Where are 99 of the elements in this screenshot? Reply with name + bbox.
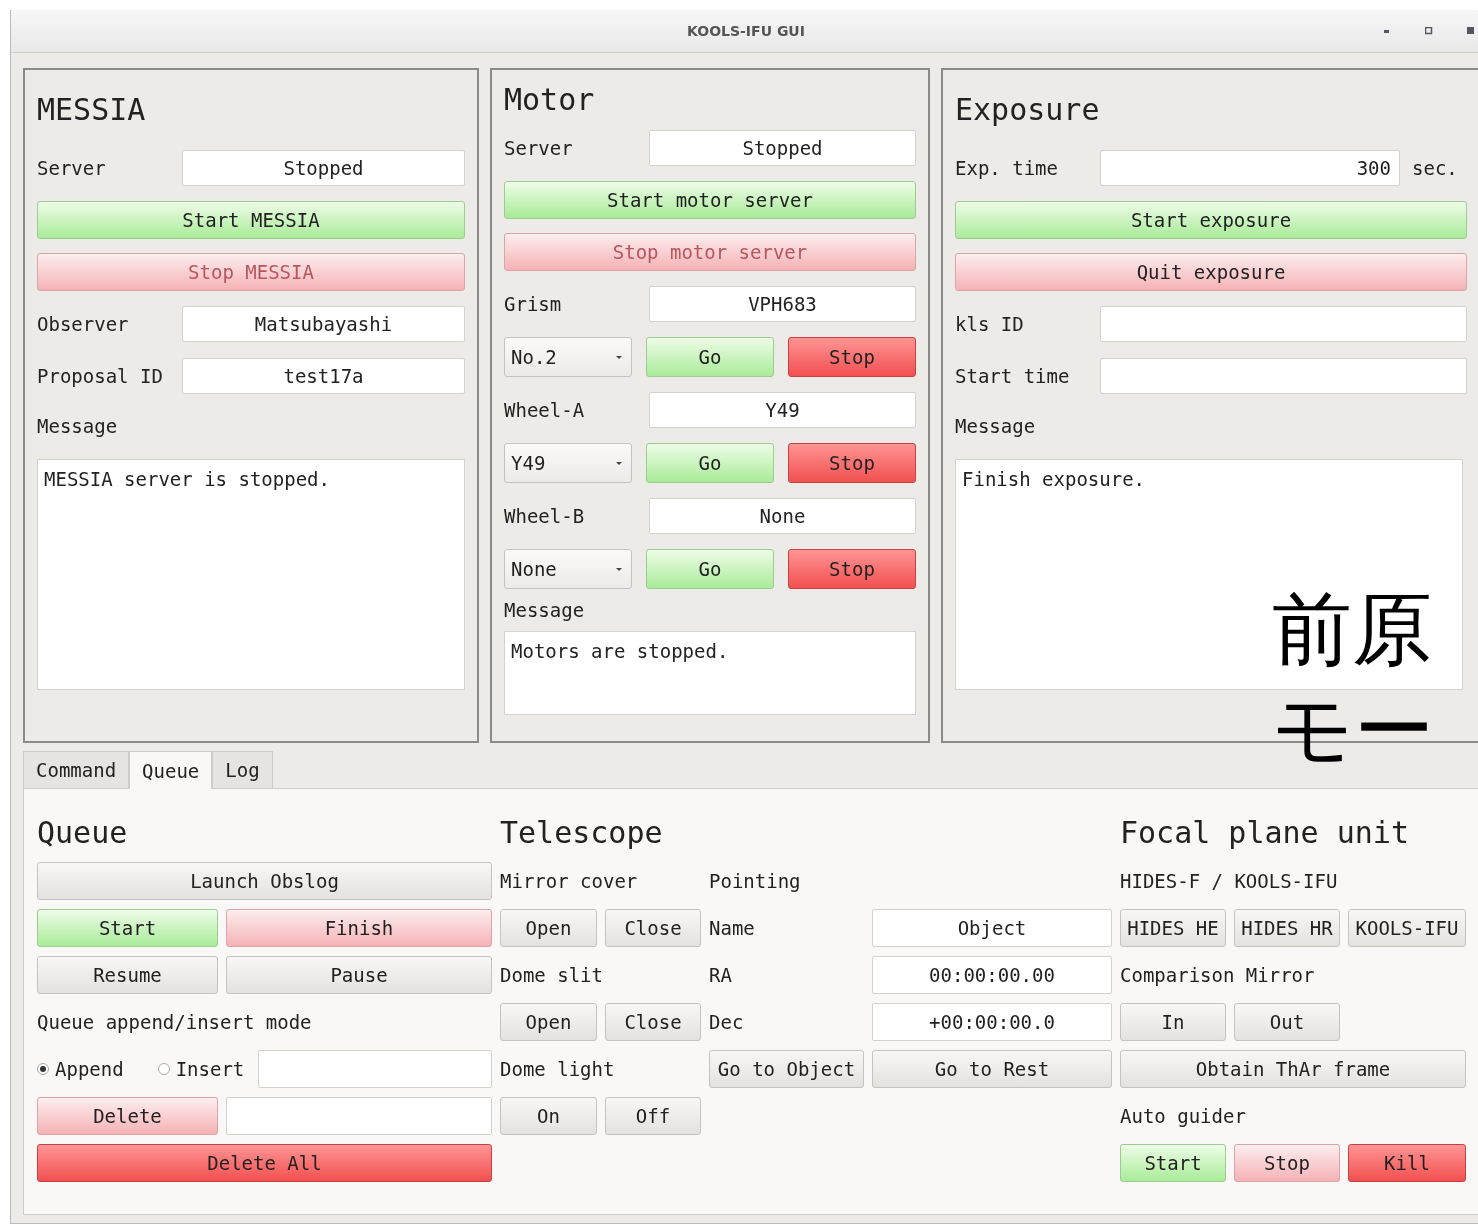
coordinate-field[interactable]: 00:00:00.00 (872, 956, 1112, 994)
motor-button[interactable]: Stop (788, 337, 916, 377)
field-label: Server (37, 157, 107, 179)
maximize-icon[interactable] (1425, 27, 1433, 35)
tab[interactable]: Queue (129, 751, 213, 789)
group-label: HIDES-F / KOOLS-IFU (1120, 870, 1339, 892)
guider-button[interactable]: Start (1120, 1144, 1226, 1182)
caption-text: モー (1272, 682, 1434, 778)
server-button[interactable]: Start motor server (504, 181, 916, 219)
position-dropdown[interactable]: Y49 (504, 443, 632, 483)
field-label: Start time (955, 365, 1071, 387)
unit-label: sec. (1412, 157, 1458, 179)
status-field: Stopped (182, 150, 465, 186)
message-box: MESSIA server is stopped. (37, 459, 465, 690)
telescope-button[interactable]: On (500, 1097, 597, 1135)
tab[interactable]: Log (212, 751, 273, 788)
guider-button[interactable]: Kill (1348, 1144, 1466, 1182)
field-label: Grism (504, 293, 563, 315)
field-label: Proposal ID (37, 365, 164, 387)
motor-button[interactable]: Stop (788, 549, 916, 589)
telescope-button[interactable]: Open (500, 909, 597, 947)
input-field[interactable] (1100, 358, 1467, 394)
field-label: Wheel-B (504, 505, 586, 527)
field-label: Dec (709, 1011, 745, 1033)
position-field: None (649, 498, 916, 534)
exposure-button[interactable]: Start exposure (955, 201, 1467, 239)
group-label: Comparison Mirror (1120, 964, 1316, 986)
mode-button[interactable]: HIDES HR (1234, 909, 1340, 947)
group-label: Mirror cover (500, 870, 639, 892)
telescope-button[interactable]: Off (605, 1097, 701, 1135)
position-dropdown[interactable]: No.2 (504, 337, 632, 377)
motor-button[interactable]: Go (646, 443, 774, 483)
field-label: kls ID (955, 313, 1025, 335)
input-field[interactable]: Matsubayashi (182, 306, 465, 342)
motor-button[interactable]: Go (646, 337, 774, 377)
status-field: Stopped (649, 130, 916, 166)
field-label: Server (504, 137, 574, 159)
telescope-button[interactable]: Close (605, 909, 701, 947)
panel-heading: Motor (504, 82, 596, 117)
section-heading: Focal plane unit (1120, 814, 1410, 850)
mirror-button[interactable]: Out (1234, 1003, 1340, 1041)
position-field: VPH683 (649, 286, 916, 322)
panel-heading: MESSIA (37, 92, 147, 127)
field-label: Observer (37, 313, 130, 335)
input-field[interactable] (1100, 306, 1467, 342)
field-label: Exp. time (955, 157, 1059, 179)
window-title: KOOLS-IFU GUI (687, 23, 805, 39)
input-field[interactable] (258, 1050, 492, 1088)
field-label: RA (709, 964, 733, 986)
panel-heading: Exposure (955, 92, 1101, 127)
server-button[interactable]: Start MESSIA (37, 201, 465, 239)
field-label: Wheel-A (504, 399, 586, 421)
message-label: Message (504, 599, 586, 621)
caret-icon (615, 566, 623, 572)
minimize-icon[interactable] (1383, 29, 1391, 33)
launch-button[interactable]: Launch Obslog (37, 862, 492, 900)
motor-button[interactable]: Go (646, 549, 774, 589)
input-field[interactable] (226, 1097, 492, 1135)
delete-button[interactable]: Delete (37, 1097, 218, 1135)
exposure-button[interactable]: Quit exposure (955, 253, 1467, 291)
coordinate-field[interactable]: Object (872, 909, 1112, 947)
tab[interactable]: Command (23, 751, 130, 788)
delete-all-button[interactable]: Delete All (37, 1144, 492, 1182)
message-label: Message (955, 415, 1037, 437)
position-dropdown[interactable]: None (504, 549, 632, 589)
group-label: Pointing (709, 870, 802, 892)
motor-button[interactable]: Stop (788, 443, 916, 483)
queue-button[interactable]: Resume (37, 956, 218, 994)
exposure-time-field[interactable]: 300 (1100, 150, 1400, 186)
thar-button[interactable]: Obtain ThAr frame (1120, 1050, 1466, 1088)
queue-button[interactable]: Start (37, 909, 218, 947)
position-field: Y49 (649, 392, 916, 428)
caret-icon (615, 460, 623, 466)
section-heading: Telescope (500, 814, 664, 850)
mode-button[interactable]: HIDES HE (1120, 909, 1226, 947)
caret-icon (615, 354, 623, 360)
radio-option[interactable]: Append (37, 1058, 124, 1080)
input-field[interactable]: test17a (182, 358, 465, 394)
queue-button[interactable]: Finish (226, 909, 492, 947)
message-label: Message (37, 415, 119, 437)
message-box: Motors are stopped. (504, 631, 916, 715)
radio-option[interactable]: Insert (157, 1058, 245, 1080)
telescope-button[interactable]: Close (605, 1003, 701, 1041)
field-label: Name (709, 917, 756, 939)
coordinate-field[interactable]: +00:00:00.0 (872, 1003, 1112, 1041)
group-label: Dome light (500, 1058, 616, 1080)
section-heading: Queue (37, 814, 129, 850)
close-icon[interactable] (1467, 27, 1475, 35)
pointing-button[interactable]: Go to Object (709, 1050, 864, 1088)
guider-button[interactable]: Stop (1234, 1144, 1340, 1182)
mode-label: Queue append/insert mode (37, 1011, 313, 1033)
mirror-button[interactable]: In (1120, 1003, 1226, 1041)
telescope-button[interactable]: Open (500, 1003, 597, 1041)
group-label: Auto guider (1120, 1105, 1247, 1127)
group-label: Dome slit (500, 964, 604, 986)
mode-button[interactable]: KOOLS-IFU (1348, 909, 1466, 947)
pointing-button[interactable]: Go to Rest (872, 1050, 1112, 1088)
caption-text: 前原 (1272, 582, 1433, 678)
queue-button[interactable]: Pause (226, 956, 492, 994)
